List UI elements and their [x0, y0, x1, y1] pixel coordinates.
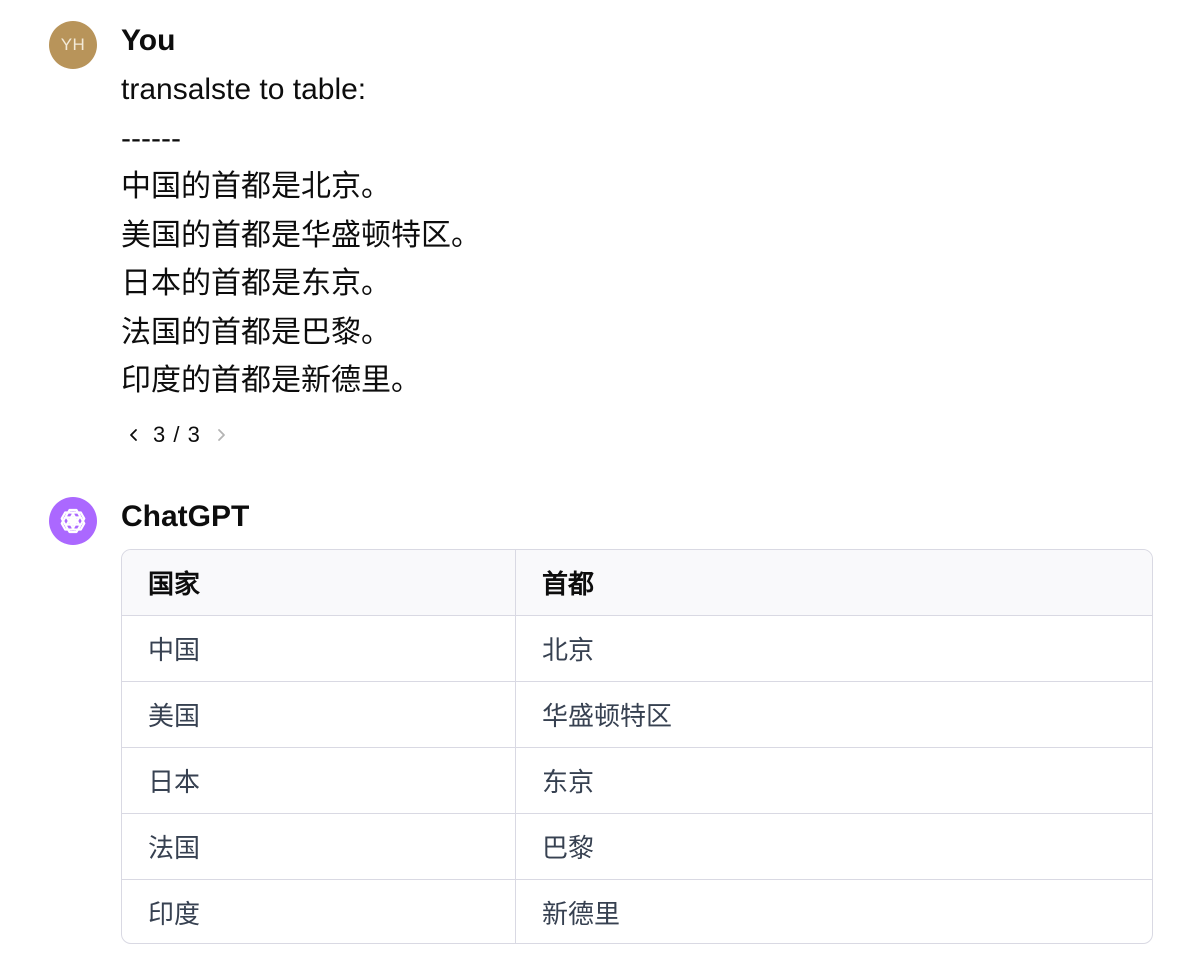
message-line: 印度的首都是新德里。: [121, 364, 421, 397]
version-count: 3 / 3: [153, 422, 201, 447]
table-header-row: 国家 首都: [122, 550, 1152, 616]
capital-cell: 新德里: [542, 899, 621, 929]
capital-cell: 北京: [515, 615, 1152, 682]
response-table: 国家 首都 中国 北京 美国 华盛顿特区 日本 东京 法国 巴黎 印度 新德里: [122, 550, 1152, 943]
capital-cell: 华盛顿特区: [515, 681, 1152, 748]
table-row: 日本 东京: [122, 747, 1152, 814]
message-line: 法国的首都是巴黎。: [121, 315, 391, 349]
chevron-left-icon: [130, 429, 137, 441]
table-row: 印度 新德里: [122, 879, 1152, 943]
message-line: 美国的首都是华盛顿特区。: [121, 218, 481, 252]
country-cell: 美国: [122, 681, 516, 748]
message-line: 日本的首都是东京。: [121, 267, 391, 300]
capital-cell: 巴黎: [515, 813, 1152, 880]
previous-version-button[interactable]: [124, 420, 144, 450]
country-cell: 印度: [122, 879, 516, 943]
user-message: transalste to table: ------ 中国的首都是北京。 美国…: [121, 66, 481, 406]
chevron-right-icon: [217, 429, 225, 441]
table-row: 中国 北京: [122, 615, 1152, 682]
country-cell: 法国: [122, 813, 516, 880]
country-cell: 日本: [122, 747, 516, 814]
table-row: 美国 华盛顿特区: [122, 681, 1152, 748]
table-row: 法国 巴黎: [122, 813, 1152, 880]
user-avatar-initials: YH: [60, 35, 86, 54]
user-author-name: You: [121, 24, 176, 57]
chatgpt-avatar: [49, 497, 97, 545]
message-line: ------: [121, 121, 181, 155]
chatgpt-author-name: ChatGPT: [121, 500, 250, 533]
capital-cell: 东京: [515, 747, 1152, 814]
openai-logo-icon: [60, 508, 86, 534]
column-header-capital: 首都: [515, 550, 1152, 616]
country-cell: 中国: [122, 615, 516, 682]
next-version-button[interactable]: [211, 420, 231, 450]
message-line: transalste to table:: [121, 73, 367, 106]
column-header-country: 国家: [122, 550, 516, 616]
capital-table: 国家 首都 中国 北京 美国 华盛顿特区 日本 东京 法国 巴黎 印度 新德里: [121, 549, 1153, 944]
user-avatar: YH: [49, 21, 97, 69]
message-line: 中国的首都是北京。: [121, 170, 391, 203]
message-version-pager: 3 / 3: [124, 420, 231, 450]
